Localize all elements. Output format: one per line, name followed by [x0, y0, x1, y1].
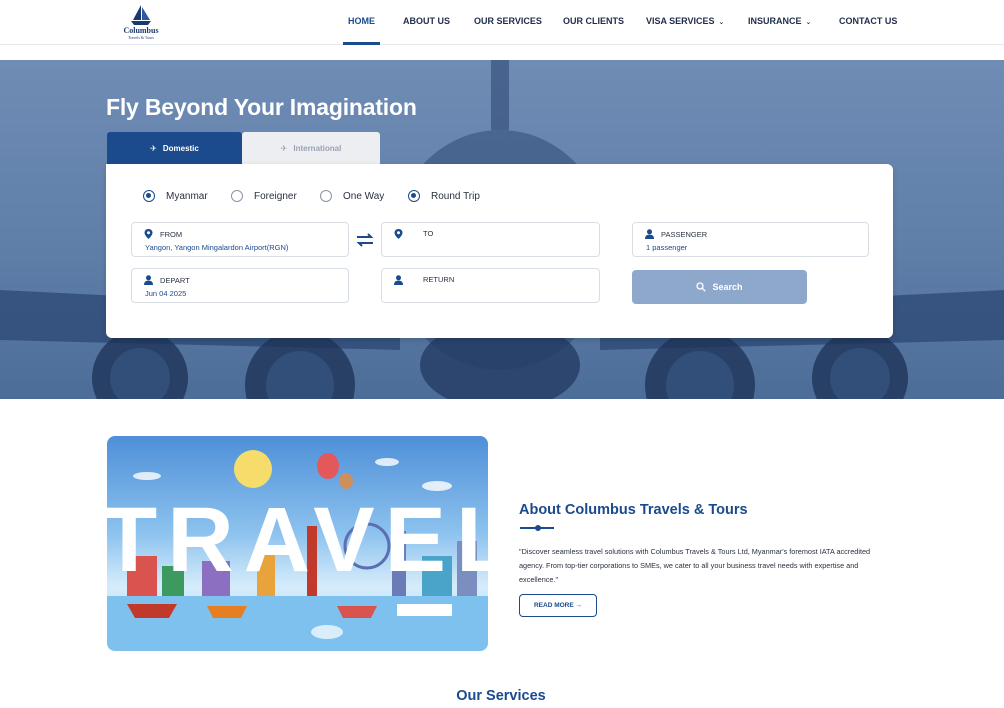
about-description: "Discover seamless travel solutions with… — [519, 547, 871, 584]
location-pin-icon — [144, 229, 153, 239]
location-pin-icon — [394, 229, 403, 239]
radio-myanmar-label: Myanmar — [166, 190, 208, 202]
search-icon — [696, 282, 707, 292]
passenger-label: PASSENGER — [661, 230, 708, 239]
services-section-title: Our Services — [456, 688, 546, 704]
nav-about-us[interactable]: ABOUT US — [403, 16, 450, 26]
from-field[interactable]: FROM Yangon, Yangon Mingalardon Airport(… — [131, 222, 349, 257]
radio-myanmar-indicator — [143, 190, 155, 202]
radio-foreigner-indicator — [231, 190, 243, 202]
nav-active-indicator — [343, 42, 380, 45]
depart-label: DEPART — [160, 276, 190, 285]
plane-icon: ✈ — [280, 143, 288, 153]
from-label: FROM — [160, 230, 183, 239]
flight-search-form: Myanmar Foreigner One Way Round Trip FRO… — [106, 164, 893, 338]
tab-domestic-label: Domestic — [162, 143, 199, 153]
logo-tagline: Travels & Tours — [128, 35, 154, 40]
radio-foreigner-label: Foreigner — [254, 190, 297, 202]
to-field[interactable]: TO — [381, 222, 600, 257]
hero-banner: Fly Beyond Your Imagination ✈ Domestic ✈… — [0, 60, 1004, 399]
tab-international[interactable]: ✈ International — [242, 132, 380, 164]
travel-illustration: TRAVEL — [107, 436, 488, 651]
title-divider-dot — [535, 525, 541, 531]
nav-insurance-label: INSURANCE — [748, 16, 802, 26]
site-logo[interactable]: Columbus Travels & Tours — [118, 4, 164, 42]
plane-icon: ✈ — [150, 143, 157, 153]
radio-round-trip-label: Round Trip — [431, 190, 480, 202]
to-label: TO — [423, 229, 434, 238]
search-button[interactable]: Search — [632, 270, 807, 304]
radio-round-trip[interactable]: Round Trip — [408, 190, 480, 202]
radio-foreigner[interactable]: Foreigner — [231, 190, 297, 202]
nav-visa-services-label: VISA SERVICES — [646, 16, 715, 26]
ship-logo-icon — [131, 5, 151, 25]
user-icon — [394, 275, 403, 285]
radio-one-way-label: One Way — [343, 190, 385, 202]
depart-field[interactable]: DEPART Jun 04 2025 — [131, 268, 349, 303]
return-label: RETURN — [423, 275, 455, 284]
passenger-value: 1 passenger — [646, 243, 688, 252]
nav-contact-us[interactable]: CONTACT US — [839, 16, 897, 26]
from-value: Yangon, Yangon Mingalardon Airport(RGN) — [145, 243, 289, 252]
nav-visa-services[interactable]: VISA SERVICES ⌄ — [646, 16, 724, 26]
tab-domestic[interactable]: ✈ Domestic — [107, 132, 242, 164]
logo-name: Columbus — [123, 26, 159, 35]
user-icon — [645, 229, 654, 239]
nav-our-services[interactable]: OUR SERVICES — [474, 16, 542, 26]
passenger-field[interactable]: PASSENGER 1 passenger — [632, 222, 869, 257]
radio-one-way[interactable]: One Way — [320, 190, 384, 202]
travel-word: TRAVEL — [107, 489, 488, 591]
nav-home[interactable]: HOME — [348, 16, 375, 26]
return-field[interactable]: RETURN — [381, 268, 600, 303]
search-button-label: Search — [712, 282, 743, 292]
about-title: About Columbus Travels & Tours — [519, 502, 748, 518]
tab-international-label: International — [293, 143, 342, 153]
chevron-down-icon: ⌄ — [805, 19, 812, 26]
read-more-button[interactable]: READ MORE → — [519, 594, 597, 617]
hero-title: Fly Beyond Your Imagination — [106, 94, 417, 120]
radio-one-way-indicator — [320, 190, 332, 202]
radio-round-trip-indicator — [408, 190, 420, 202]
nav-insurance[interactable]: INSURANCE ⌄ — [748, 16, 811, 26]
user-icon — [144, 275, 153, 285]
depart-value: Jun 04 2025 — [145, 289, 187, 298]
site-header: Columbus Travels & Tours HOME ABOUT US O… — [0, 0, 1004, 45]
nav-our-clients[interactable]: OUR CLIENTS — [563, 16, 624, 26]
chevron-down-icon: ⌄ — [718, 19, 725, 26]
swap-icon[interactable] — [356, 233, 374, 247]
radio-myanmar[interactable]: Myanmar — [143, 190, 208, 202]
